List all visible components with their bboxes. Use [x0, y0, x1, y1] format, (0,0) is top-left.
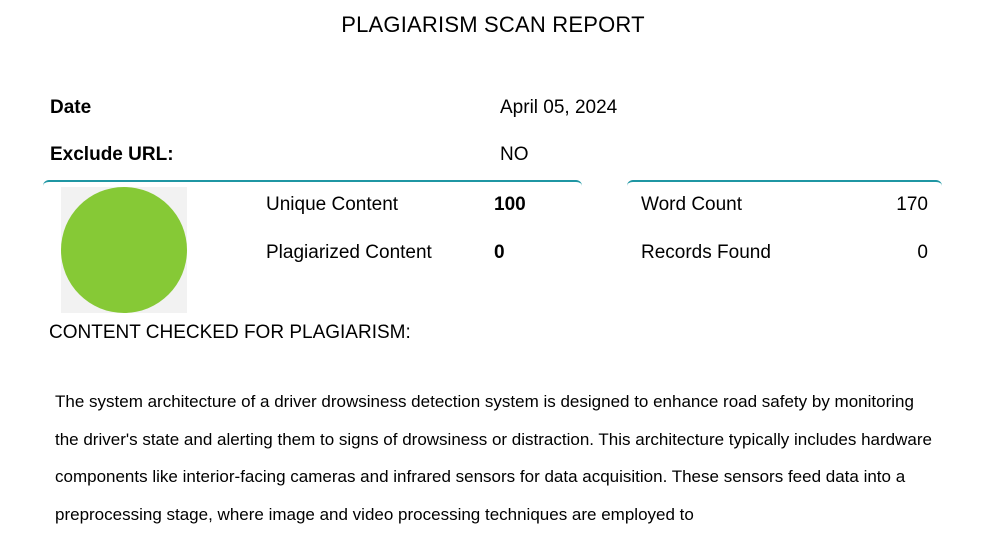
records-found-value: 0 — [917, 242, 928, 263]
originality-chart — [61, 187, 187, 313]
report-title: PLAGIARISM SCAN REPORT — [341, 12, 645, 37]
word-count-value: 170 — [896, 194, 928, 215]
plagiarized-content-label: Plagiarized Content — [266, 242, 432, 263]
plagiarized-content-value: 0 — [494, 242, 505, 263]
count-stats-panel-rule — [627, 180, 942, 188]
records-found-label: Records Found — [641, 242, 771, 263]
unique-content-label: Unique Content — [266, 194, 399, 215]
unique-content-value: 100 — [494, 194, 526, 215]
pie-slice-unique-content — [61, 187, 187, 313]
exclude-url-value: NO — [500, 144, 529, 165]
word-count-label: Word Count — [641, 194, 743, 215]
exclude-url-label: Exclude URL: — [50, 144, 174, 165]
date-value: April 05, 2024 — [500, 97, 618, 118]
checked-content-text: The system architecture of a driver drow… — [55, 392, 932, 524]
originality-pie-svg — [61, 187, 187, 313]
content-checked-heading: CONTENT CHECKED FOR PLAGIARISM: — [49, 322, 411, 343]
date-label: Date — [50, 97, 92, 118]
